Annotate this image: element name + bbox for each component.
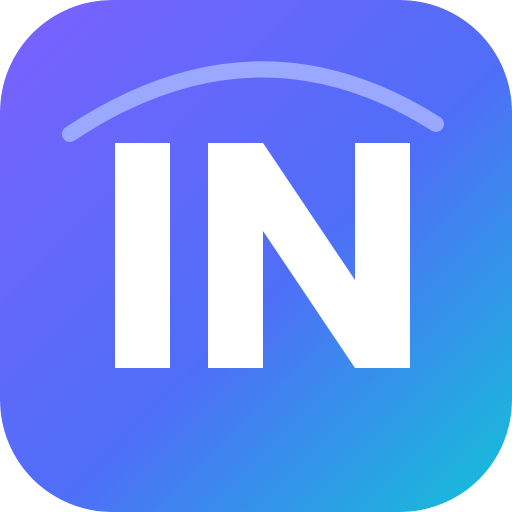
app-icon-background xyxy=(0,0,512,512)
app-icon[interactable]: IN xyxy=(0,0,512,512)
